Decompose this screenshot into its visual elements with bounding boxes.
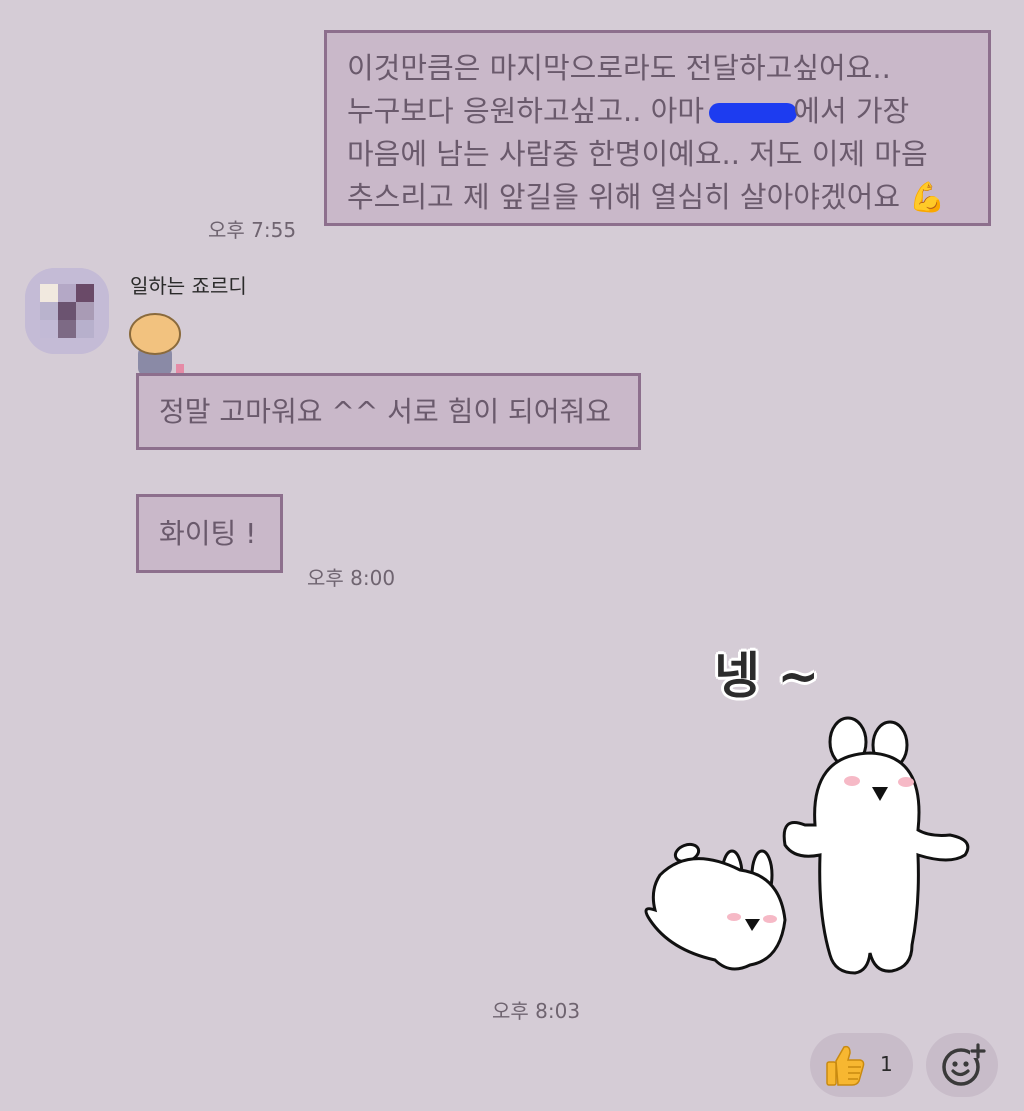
- bunny-bear-sticker-icon[interactable]: [630, 705, 980, 985]
- outgoing-message-bubble[interactable]: 이것만큼은 마지막으로라도 전달하고싶어요.. 누구보다 응원하고싶고.. 아마…: [324, 30, 991, 226]
- message-line: 추스리고 제 앞길을 위해 열심히 살아야겠어요 💪: [347, 180, 946, 214]
- message-line: 이것만큼은 마지막으로라도 전달하고싶어요..: [347, 51, 891, 85]
- message-timestamp: 오후 8:00: [307, 566, 396, 590]
- message-line: 누구보다 응원하고싶고.. 아마 에서 가장: [347, 90, 968, 133]
- incoming-message-bubble[interactable]: 화이팅 !: [136, 494, 283, 573]
- incoming-message-bubble[interactable]: 정말 고마워요 ^^ 서로 힘이 되어줘요: [136, 373, 641, 450]
- message-timestamp: 오후 7:55: [208, 218, 297, 242]
- message-text: 화이팅 !: [159, 517, 257, 550]
- thumbs-up-reaction[interactable]: 1: [810, 1033, 913, 1097]
- message-text: 누구보다 응원하고싶고.. 아마: [347, 94, 714, 128]
- smiley-plus-icon: [942, 1043, 986, 1086]
- character-emote-icon: [129, 313, 184, 376]
- message-text: 정말 고마워요 ^^ 서로 힘이 되어줘요: [159, 395, 612, 428]
- message-line: 마음에 남는 사람중 한명이예요.. 저도 이제 마음: [347, 137, 928, 171]
- avatar[interactable]: [25, 268, 109, 354]
- thumbs-up-icon: [826, 1045, 865, 1086]
- add-reaction-button[interactable]: [926, 1033, 998, 1097]
- message-timestamp: 오후 8:03: [492, 999, 581, 1023]
- message-text: 에서 가장: [793, 94, 910, 128]
- sender-name: 일하는 죠르디: [130, 274, 247, 298]
- reaction-count: 1: [880, 1052, 893, 1076]
- sticker-caption: 넹 ~: [714, 647, 820, 705]
- redaction-mark: [709, 103, 798, 123]
